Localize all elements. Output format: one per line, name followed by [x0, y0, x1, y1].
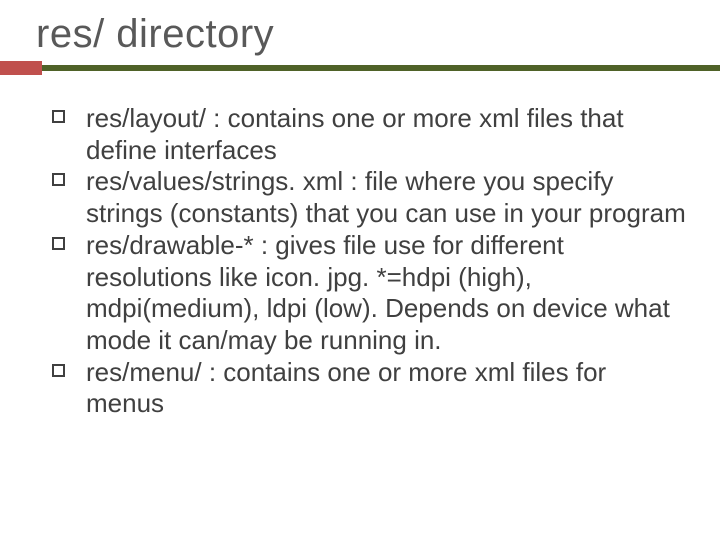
list-item-text: res/drawable-* : gives file use for diff…: [86, 230, 670, 355]
bullet-list: res/layout/ : contains one or more xml f…: [52, 103, 690, 420]
list-item: res/menu/ : contains one or more xml fil…: [52, 357, 690, 420]
page-title: res/ directory: [36, 12, 690, 57]
list-item-text: res/menu/ : contains one or more xml fil…: [86, 357, 606, 419]
divider-accent: [0, 61, 42, 75]
list-item-text: res/values/strings. xml : file where you…: [86, 166, 686, 228]
list-item: res/drawable-* : gives file use for diff…: [52, 230, 690, 357]
list-item: res/values/strings. xml : file where you…: [52, 166, 690, 229]
list-item: res/layout/ : contains one or more xml f…: [52, 103, 690, 166]
title-divider: [30, 65, 690, 75]
divider-bar: [0, 65, 720, 71]
slide: res/ directory res/layout/ : contains on…: [0, 0, 720, 540]
list-item-text: res/layout/ : contains one or more xml f…: [86, 103, 624, 165]
